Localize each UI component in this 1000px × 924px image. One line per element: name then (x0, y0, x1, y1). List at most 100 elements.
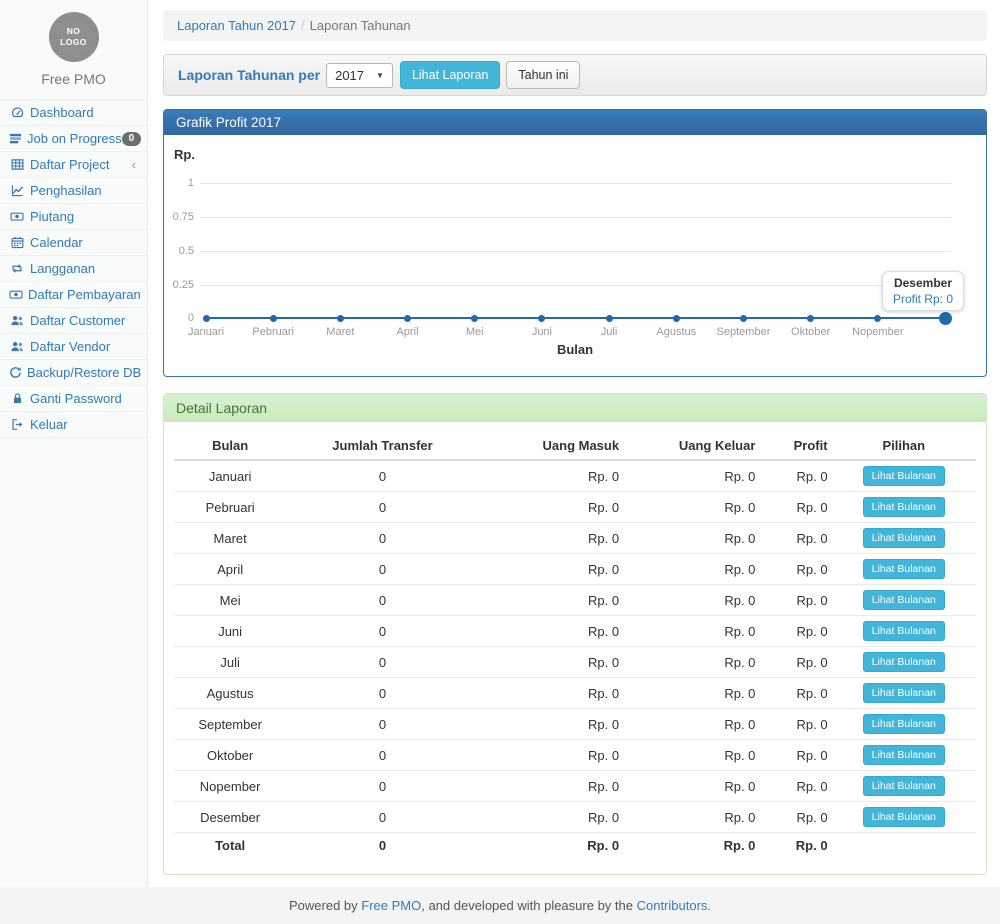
cell-jumlah-transfer: 0 (286, 585, 478, 616)
table-row: Januari0Rp. 0Rp. 0Rp. 0Lihat Bulanan (174, 460, 976, 492)
refresh-icon (9, 366, 22, 379)
chart-point[interactable] (673, 315, 680, 322)
lihat-bulanan-button[interactable]: Lihat Bulanan (863, 559, 945, 579)
column-header-bulan: Bulan (174, 432, 286, 460)
filter-panel: Laporan Tahunan per 2017 ▼ Lihat Laporan… (163, 54, 987, 96)
lihat-bulanan-button[interactable]: Lihat Bulanan (863, 776, 945, 796)
chart-point[interactable] (471, 315, 478, 322)
chart-point[interactable] (939, 312, 952, 325)
page: NO LOGO Free PMO DashboardJob on Progres… (0, 0, 1000, 887)
lihat-bulanan-button[interactable]: Lihat Bulanan (863, 466, 945, 486)
sidebar-item-daftar-pembayaran[interactable]: Daftar Pembayaran (0, 282, 147, 308)
tahun-ini-button[interactable]: Tahun ini (506, 61, 580, 89)
detail-panel-title: Detail Laporan (164, 394, 986, 422)
year-select[interactable]: 2017 ▼ (326, 63, 393, 88)
cell-profit: Rp. 0 (759, 771, 831, 802)
sidebar-item-daftar-vendor[interactable]: Daftar Vendor (0, 334, 147, 360)
column-header-uang-keluar: Uang Keluar (623, 432, 759, 460)
chart-point[interactable] (740, 315, 747, 322)
chart-point[interactable] (606, 315, 613, 322)
sidebar-item-label: Daftar Customer (30, 313, 138, 328)
chart-point[interactable] (538, 315, 545, 322)
chart-point[interactable] (337, 315, 344, 322)
year-select-value: 2017 (335, 68, 364, 83)
lihat-laporan-button[interactable]: Lihat Laporan (400, 61, 500, 89)
free-pmo-link[interactable]: Free PMO (361, 898, 421, 913)
contributors-link[interactable]: Contributors. (637, 898, 711, 913)
cell-jumlah-transfer: 0 (286, 492, 478, 523)
column-header-uang-masuk: Uang Masuk (479, 432, 623, 460)
lihat-bulanan-button[interactable]: Lihat Bulanan (863, 683, 945, 703)
chart-point[interactable] (270, 315, 277, 322)
detail-panel: Detail Laporan BulanJumlah TransferUang … (163, 393, 987, 875)
sidebar-item-job-on-progress[interactable]: Job on Progress0 (0, 126, 147, 152)
calendar-icon (9, 236, 25, 249)
chart-point[interactable] (874, 315, 881, 322)
cell-bulan: Mei (174, 585, 286, 616)
sidebar-item-penghasilan[interactable]: Penghasilan (0, 178, 147, 204)
cell-bulan: Maret (174, 523, 286, 554)
sidebar-item-label: Piutang (30, 209, 138, 224)
chart-point[interactable] (203, 315, 210, 322)
sidebar-item-calendar[interactable]: Calendar (0, 230, 147, 256)
cell-uang-keluar: Rp. 0 (623, 585, 759, 616)
cell-uang-keluar: Rp. 0 (623, 460, 759, 492)
cell-uang-masuk: Rp. 0 (479, 771, 623, 802)
caret-down-icon: ▼ (376, 71, 384, 80)
sidebar-item-dashboard[interactable]: Dashboard (0, 100, 147, 126)
chart-gridline (200, 217, 951, 218)
lihat-bulanan-button[interactable]: Lihat Bulanan (863, 590, 945, 610)
sidebar-item-piutang[interactable]: Piutang (0, 204, 147, 230)
lihat-bulanan-button[interactable]: Lihat Bulanan (863, 652, 945, 672)
cell-pilihan: Lihat Bulanan (832, 709, 976, 740)
sidebar-menu: DashboardJob on Progress0Daftar Project‹… (0, 99, 147, 438)
cell-jumlah-transfer: 0 (286, 647, 478, 678)
chart-panel-title: Grafik Profit 2017 (164, 110, 986, 135)
table-row: Desember0Rp. 0Rp. 0Rp. 0Lihat Bulanan (174, 802, 976, 833)
lihat-bulanan-button[interactable]: Lihat Bulanan (863, 714, 945, 734)
cell-jumlah-transfer: 0 (286, 709, 478, 740)
table-header-row: BulanJumlah TransferUang MasukUang Kelua… (174, 432, 976, 460)
cell-bulan: Desember (174, 802, 286, 833)
lihat-bulanan-button[interactable]: Lihat Bulanan (863, 497, 945, 517)
sidebar-item-backup-restore-db[interactable]: Backup/Restore DB (0, 360, 147, 386)
logo-text: NO LOGO (58, 26, 90, 47)
chart-point[interactable] (404, 315, 411, 322)
main-content: Laporan Tahun 2017/Laporan Tahunan Lapor… (148, 0, 1000, 887)
sidebar-item-daftar-customer[interactable]: Daftar Customer (0, 308, 147, 334)
chart-point[interactable] (807, 315, 814, 322)
detail-table-wrapper: BulanJumlah TransferUang MasukUang Kelua… (164, 422, 986, 874)
cell-uang-masuk: Rp. 0 (479, 678, 623, 709)
y-tick-label: 1 (164, 177, 194, 189)
footer-text: Powered by (289, 898, 361, 913)
cell-bulan: Agustus (174, 678, 286, 709)
breadcrumb-link[interactable]: Laporan Tahun 2017 (177, 18, 296, 33)
sidebar-item-daftar-project[interactable]: Daftar Project‹ (0, 152, 147, 178)
users-icon (9, 340, 25, 353)
sidebar-item-keluar[interactable]: Keluar (0, 412, 147, 438)
lihat-bulanan-button[interactable]: Lihat Bulanan (863, 745, 945, 765)
table-row: Agustus0Rp. 0Rp. 0Rp. 0Lihat Bulanan (174, 678, 976, 709)
cell-uang-masuk: Rp. 0 (479, 460, 623, 492)
cell-pilihan: Lihat Bulanan (832, 585, 976, 616)
cell-jumlah-transfer: 0 (286, 523, 478, 554)
table-row: Maret0Rp. 0Rp. 0Rp. 0Lihat Bulanan (174, 523, 976, 554)
cell-bulan: Januari (174, 460, 286, 492)
cell-jumlah-transfer: 0 (286, 740, 478, 771)
sidebar-item-label: Job on Progress (27, 131, 122, 146)
cell-profit: Rp. 0 (759, 709, 831, 740)
sidebar-item-label: Penghasilan (30, 183, 138, 198)
x-axis-title: Bulan (557, 342, 593, 357)
sidebar-item-langganan[interactable]: Langganan (0, 256, 147, 282)
cell-jumlah-transfer: 0 (286, 678, 478, 709)
sidebar-item-ganti-password[interactable]: Ganti Password (0, 386, 147, 412)
profit-chart: Rp. Bulan Desember Profit Rp: 0 10.750.5… (164, 135, 986, 376)
cell-profit: Rp. 0 (759, 523, 831, 554)
cell-uang-keluar: Rp. 0 (623, 523, 759, 554)
lihat-bulanan-button[interactable]: Lihat Bulanan (863, 621, 945, 641)
lihat-bulanan-button[interactable]: Lihat Bulanan (863, 807, 945, 827)
table-row: Nopember0Rp. 0Rp. 0Rp. 0Lihat Bulanan (174, 771, 976, 802)
lihat-bulanan-button[interactable]: Lihat Bulanan (863, 528, 945, 548)
chart-gridline (200, 285, 951, 286)
cell-bulan: Nopember (174, 771, 286, 802)
